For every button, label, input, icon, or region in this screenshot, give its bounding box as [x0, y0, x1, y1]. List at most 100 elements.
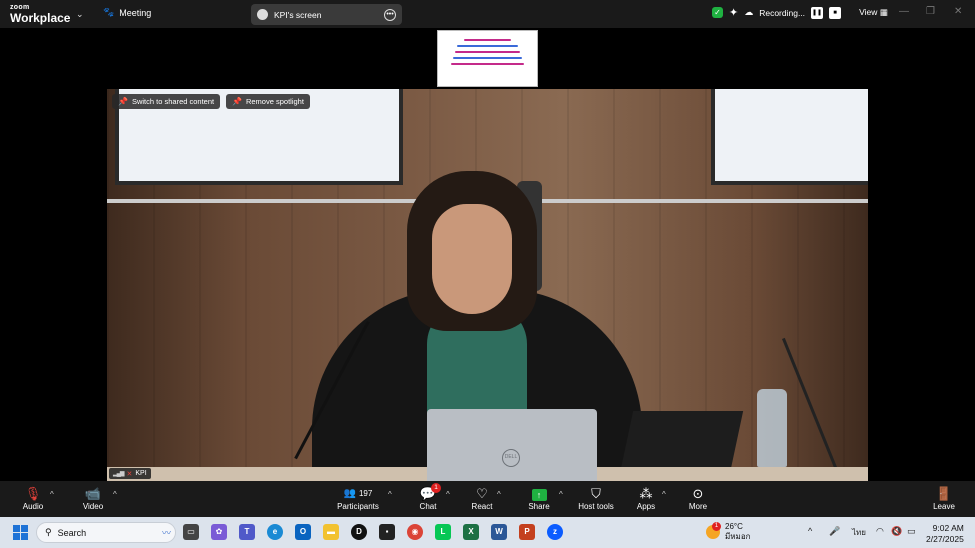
- screen-share-icon: [257, 9, 268, 20]
- cloud-recording-icon: ☁: [744, 7, 754, 17]
- pause-recording-button[interactable]: ❚❚: [811, 6, 824, 19]
- apps-chevron-icon[interactable]: ^: [662, 490, 666, 499]
- meeting-menu[interactable]: 🐾 Meeting: [103, 7, 151, 18]
- grid-icon: ▦: [879, 7, 888, 17]
- shared-content-thumbnail[interactable]: [437, 30, 538, 87]
- participant-name: KPI: [135, 470, 147, 477]
- powerpoint-icon[interactable]: P: [519, 524, 535, 540]
- sun-icon: 1: [706, 522, 721, 539]
- file-explorer-icon[interactable]: ▬: [323, 524, 339, 540]
- clock-date: 2/27/2025: [926, 534, 964, 544]
- stop-recording-button[interactable]: ■: [829, 6, 842, 19]
- chat-chevron-icon[interactable]: ^: [446, 490, 450, 499]
- windows-start-icon[interactable]: [13, 525, 28, 540]
- heart-icon: ♡: [476, 486, 488, 501]
- more-button[interactable]: ⊙ More: [686, 485, 710, 511]
- view-label: View: [859, 7, 878, 17]
- video-label: Video: [82, 502, 104, 511]
- view-button[interactable]: View ▦: [859, 7, 888, 18]
- apps-label: Apps: [636, 502, 656, 511]
- outlook-icon[interactable]: O: [295, 524, 311, 540]
- slide-text-line: [457, 45, 518, 47]
- taskbar-search[interactable]: ⚲ Search 〰: [36, 522, 176, 543]
- chrome-icon[interactable]: ◉: [407, 524, 423, 540]
- task-view-icon[interactable]: ▭: [183, 524, 199, 540]
- brand-workplace: Workplace: [10, 11, 71, 25]
- battery-icon[interactable]: ▭: [907, 526, 916, 537]
- teams-icon[interactable]: T: [239, 524, 255, 540]
- slide-title-line: [463, 39, 512, 41]
- search-highlight-icon: 〰: [161, 528, 171, 538]
- participants-button[interactable]: 👥 197 Participants: [334, 485, 382, 511]
- slide-text-line: [452, 57, 523, 59]
- windows-taskbar: ⚲ Search 〰 ▭ ✿ T e O ▬ D ▪ ◉ L X W P z 1…: [0, 517, 975, 548]
- react-button[interactable]: ♡ React: [470, 485, 494, 511]
- participants-label: Participants: [337, 502, 379, 511]
- copilot-icon[interactable]: ✿: [211, 524, 227, 540]
- weather-widget[interactable]: 1 26°C มีหมอก: [706, 522, 750, 542]
- switch-to-shared-content-button[interactable]: 📌 Switch to shared content: [112, 94, 221, 109]
- leave-label: Leave: [933, 502, 955, 511]
- tray-chevron-icon[interactable]: ^: [808, 526, 812, 536]
- speaker-face: [432, 204, 512, 314]
- ai-companion-icon[interactable]: ✦: [729, 6, 738, 19]
- system-clock[interactable]: 9:02 AM 2/27/2025: [926, 523, 964, 545]
- zoom-taskbar-icon[interactable]: z: [547, 524, 563, 540]
- slide-text-line: [454, 51, 521, 53]
- muted-mic-icon: ✕: [126, 470, 133, 478]
- room-screen-right: [711, 89, 868, 185]
- minimize-icon[interactable]: —: [899, 6, 909, 17]
- react-label: React: [471, 502, 493, 511]
- chat-badge: 1: [431, 483, 441, 493]
- audio-label: Audio: [22, 502, 44, 511]
- mic-tray-icon[interactable]: 🎤: [829, 526, 840, 537]
- pin-icon: 📌: [118, 97, 128, 106]
- spotlight-video[interactable]: DELL 📌 Switch to shared content 📌 Remove…: [107, 89, 868, 481]
- share-button[interactable]: ↑ Share: [526, 485, 552, 511]
- weather-temp: 26°C: [725, 522, 743, 531]
- apps-button[interactable]: ⁂ Apps: [634, 485, 658, 511]
- leave-button[interactable]: 🚪 Leave: [931, 485, 957, 511]
- participant-name-tag: ▂▄▆ ✕ KPI: [109, 468, 151, 479]
- excel-icon[interactable]: X: [463, 524, 479, 540]
- zoom-logo[interactable]: zoom Workplace: [10, 4, 70, 24]
- participants-chevron-icon[interactable]: ^: [388, 490, 392, 499]
- host-tools-button[interactable]: ⛉ Host tools: [576, 485, 616, 511]
- mic-muted-icon: 🎙: [24, 486, 42, 501]
- edge-icon[interactable]: e: [267, 524, 283, 540]
- language-indicator[interactable]: ไทย: [852, 526, 866, 539]
- more-options-icon[interactable]: •••: [384, 8, 396, 21]
- restore-icon[interactable]: ❐: [926, 6, 935, 17]
- react-chevron-icon[interactable]: ^: [497, 490, 501, 499]
- leave-icon: 🚪: [935, 486, 953, 501]
- screen-title: KPI's screen: [274, 9, 322, 20]
- remove-spotlight-button[interactable]: 📌 Remove spotlight: [226, 94, 310, 109]
- audio-chevron-icon[interactable]: ^: [50, 490, 54, 499]
- top-bar: zoom Workplace ⌄ 🐾 Meeting KPI's screen …: [0, 0, 975, 28]
- close-icon[interactable]: ✕: [954, 6, 962, 17]
- video-chevron-icon[interactable]: ^: [113, 490, 117, 499]
- paw-icon: 🐾: [103, 7, 115, 17]
- meeting-label: Meeting: [119, 7, 152, 18]
- audio-button[interactable]: 🎙 Audio: [20, 485, 46, 511]
- shield-icon: ⛉: [591, 486, 601, 501]
- volume-muted-icon[interactable]: 🔇: [891, 526, 902, 537]
- recording-label: Recording...: [759, 7, 806, 18]
- sticky-notes-icon[interactable]: ▪: [379, 524, 395, 540]
- dell-icon[interactable]: D: [351, 524, 367, 540]
- share-chevron-icon[interactable]: ^: [559, 490, 563, 499]
- water-bottle: [757, 389, 787, 467]
- chevron-down-icon[interactable]: ⌄: [76, 9, 84, 20]
- chat-button[interactable]: 💬 1 Chat: [416, 483, 441, 511]
- remove-spotlight-label: Remove spotlight: [245, 97, 304, 106]
- wifi-icon[interactable]: ◠: [876, 526, 884, 537]
- word-icon[interactable]: W: [491, 524, 507, 540]
- switch-label: Switch to shared content: [131, 97, 215, 106]
- shared-screen-pill[interactable]: KPI's screen •••: [251, 4, 402, 25]
- line-icon[interactable]: L: [435, 524, 451, 540]
- tablet-device: [620, 411, 744, 469]
- security-shield-icon[interactable]: ✓: [712, 7, 723, 18]
- host-tools-label: Host tools: [578, 502, 614, 511]
- video-button[interactable]: 📹 Video: [80, 485, 106, 511]
- video-off-icon: 📹: [84, 486, 102, 501]
